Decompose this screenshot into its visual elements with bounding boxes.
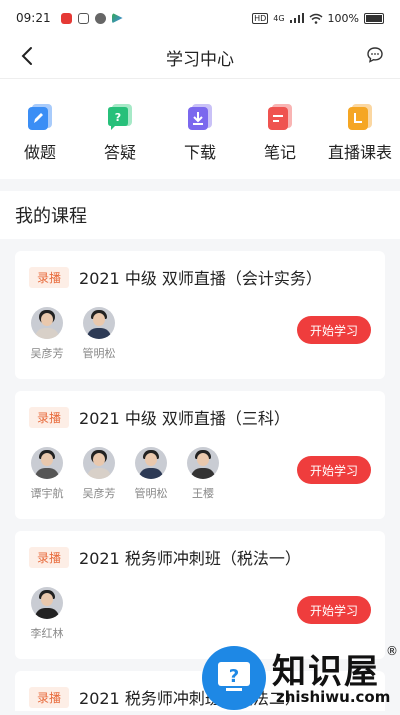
watermark-registered: ® xyxy=(386,644,398,658)
app-notification-icon xyxy=(60,12,72,24)
course-title: 2021 中级 双师直播（会计实务） xyxy=(79,269,322,288)
signal-icon xyxy=(289,13,304,23)
nav-bar: 学习中心 xyxy=(0,36,400,79)
battery-icon xyxy=(364,12,384,24)
avatar xyxy=(31,447,63,479)
message-icon[interactable] xyxy=(366,46,384,64)
page-title: 学习中心 xyxy=(166,49,234,70)
avatar xyxy=(83,447,115,479)
watermark-logo: ? 知识屋 ® zhishiwu.com xyxy=(196,640,400,711)
watermark-url: zhishiwu.com xyxy=(276,688,391,706)
course-title: 2021 中级 双师直播（三科） xyxy=(79,409,290,428)
teacher-name: 吴彦芳 xyxy=(82,487,116,500)
avatar xyxy=(31,587,63,619)
svg-text:?: ? xyxy=(115,111,121,124)
recorded-tag: 录播 xyxy=(29,266,70,288)
quick-action-download[interactable]: 下载 xyxy=(164,103,236,163)
back-icon[interactable] xyxy=(16,44,38,68)
download-icon xyxy=(188,104,212,130)
teacher-name: 管明松 xyxy=(82,347,116,360)
hd-icon: HD xyxy=(252,12,269,24)
course-title: 2021 税务师冲刺班（税法一） xyxy=(79,549,301,568)
teacher-name: 管明松 xyxy=(134,487,168,500)
quick-action-label: 笔记 xyxy=(263,143,296,162)
teacher-name: 李红林 xyxy=(30,627,64,640)
quick-actions: 做题 ? 答疑 下载 笔记 直播课表 xyxy=(0,79,400,179)
course-card[interactable]: 录播 2021 中级 双师直播（三科） 谭宇航 吴彦芳 管明松 王樱 开始学习 xyxy=(15,391,385,519)
teacher: 吴彦芳 xyxy=(81,447,117,501)
teacher: 李红林 xyxy=(29,587,65,641)
battery-percent: 100% xyxy=(327,11,359,25)
quick-action-qa[interactable]: ? 答疑 xyxy=(84,103,156,163)
status-time: 09:21 xyxy=(16,11,51,25)
teacher: 谭宇航 xyxy=(29,447,65,501)
quick-action-practice[interactable]: 做题 xyxy=(4,103,76,163)
avatar xyxy=(135,447,167,479)
quick-action-notes[interactable]: 笔记 xyxy=(244,103,316,163)
quick-action-label: 直播课表 xyxy=(327,143,392,162)
wifi-icon xyxy=(309,13,323,24)
start-learning-button[interactable]: 开始学习 xyxy=(297,596,371,624)
teacher: 管明松 xyxy=(81,307,117,361)
recorded-tag: 录播 xyxy=(29,686,70,708)
note-icon xyxy=(268,104,292,130)
schedule-icon xyxy=(348,104,372,130)
teacher-name: 谭宇航 xyxy=(30,487,64,500)
alarm-notification-icon xyxy=(77,12,89,24)
teacher: 吴彦芳 xyxy=(29,307,65,361)
avatar xyxy=(31,307,63,339)
question-icon: ? xyxy=(108,104,132,130)
section-title: 我的课程 xyxy=(15,206,87,227)
teacher-name: 吴彦芳 xyxy=(30,347,64,360)
quick-action-label: 答疑 xyxy=(103,143,136,162)
start-learning-button[interactable]: 开始学习 xyxy=(297,456,371,484)
quick-action-live-schedule[interactable]: 直播课表 xyxy=(324,103,396,163)
pencil-icon xyxy=(28,104,52,130)
recorded-tag: 录播 xyxy=(29,546,70,568)
avatar xyxy=(83,307,115,339)
play-store-notification-icon xyxy=(111,12,123,24)
status-bar: 09:21 HD 4G 100% xyxy=(0,0,400,36)
teacher: 王樱 xyxy=(185,447,221,501)
network-label: 4G xyxy=(273,13,285,23)
svg-text:?: ? xyxy=(229,666,239,687)
course-card[interactable]: 录播 2021 中级 双师直播（会计实务） 吴彦芳 管明松 开始学习 xyxy=(15,251,385,379)
watermark-text: 知识屋 xyxy=(272,652,380,692)
recorded-tag: 录播 xyxy=(29,406,70,428)
quick-action-label: 做题 xyxy=(23,143,56,162)
wechat-notification-icon xyxy=(94,12,106,24)
my-courses-header: 我的课程 xyxy=(0,191,400,239)
teacher-name: 王樱 xyxy=(192,487,214,500)
start-learning-button[interactable]: 开始学习 xyxy=(297,316,371,344)
teacher: 管明松 xyxy=(133,447,169,501)
avatar xyxy=(187,447,219,479)
quick-action-label: 下载 xyxy=(183,143,216,162)
